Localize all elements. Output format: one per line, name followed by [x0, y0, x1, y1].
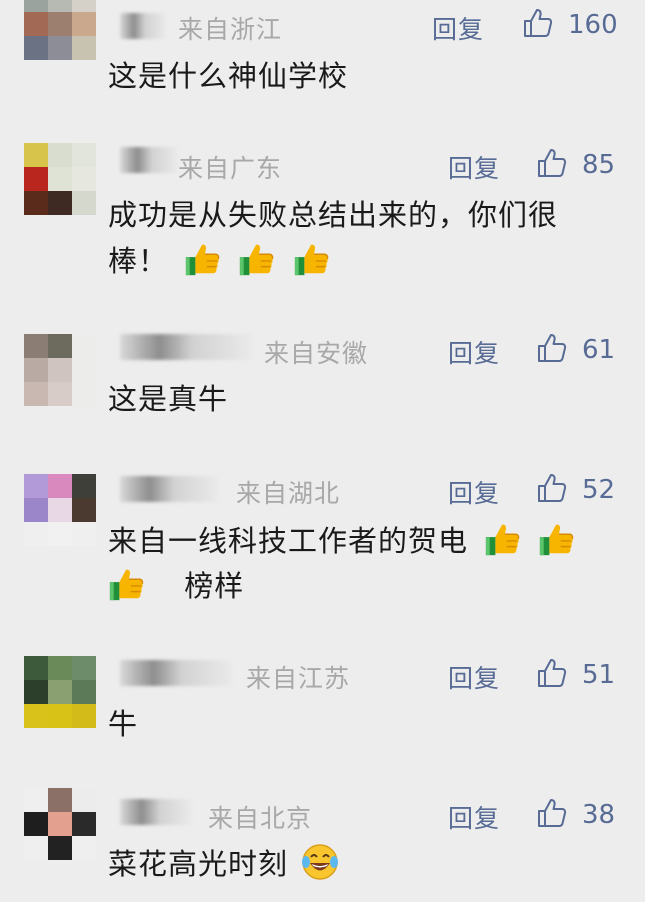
like-count: 61 — [582, 335, 616, 365]
thumbs-up-outline-icon[interactable] — [536, 332, 568, 364]
thumbs-up-outline-icon[interactable] — [522, 7, 554, 39]
comment-text: 这是什么神仙学校 — [108, 59, 349, 93]
like-count: 85 — [582, 150, 616, 180]
thumbs-up-emoji-icon — [293, 240, 331, 278]
reply-button[interactable]: 回复 — [448, 149, 500, 185]
reply-button[interactable]: 回复 — [448, 799, 500, 835]
comment-text: 来自一线科技工作者的贺电 — [108, 524, 469, 558]
avatar[interactable] — [24, 334, 96, 406]
avatar[interactable] — [24, 0, 96, 60]
comment-text: 这是真牛 — [108, 382, 229, 416]
like-count: 52 — [582, 475, 616, 505]
like-count: 160 — [568, 10, 618, 40]
thumbs-up-outline-icon[interactable] — [536, 472, 568, 504]
comment-text-line1: 来自一线科技工作者的贺电 — [108, 518, 576, 560]
avatar[interactable] — [24, 474, 96, 546]
location-label: 来自安徽 — [264, 339, 369, 368]
thumbs-up-outline-icon[interactable] — [536, 657, 568, 689]
like-count: 51 — [582, 660, 616, 690]
avatar[interactable] — [24, 656, 96, 728]
location-label: 来自江苏 — [246, 664, 351, 693]
comment-text-line2: 榜样 — [108, 563, 244, 605]
comment-text: 成功是从失败总结出来的，你们很 — [108, 198, 559, 232]
comment-text-continued: 棒！ — [108, 244, 169, 278]
username-blurred[interactable] — [120, 13, 166, 39]
comment-text-line1: 菜花高光时刻 — [108, 841, 340, 883]
reply-button[interactable]: 回复 — [448, 334, 500, 370]
thumbs-up-emoji-icon — [108, 565, 146, 603]
comment-text-continued: 榜样 — [184, 569, 245, 603]
like-count: 38 — [582, 800, 616, 830]
username-blurred[interactable] — [120, 147, 178, 173]
username-blurred[interactable] — [120, 476, 218, 502]
location-label: 来自浙江 — [178, 15, 283, 44]
username-blurred[interactable] — [120, 799, 192, 825]
comment-text-line2: 棒！ — [108, 238, 331, 280]
reply-button[interactable]: 回复 — [448, 474, 500, 510]
thumbs-up-emoji-icon — [184, 240, 222, 278]
thumbs-up-emoji-icon — [538, 520, 576, 558]
thumbs-up-outline-icon[interactable] — [536, 797, 568, 829]
comment-text: 牛 — [108, 707, 139, 741]
reply-button[interactable]: 回复 — [448, 659, 500, 695]
username-blurred[interactable] — [120, 334, 252, 360]
thumbs-up-emoji-icon — [238, 240, 276, 278]
thumbs-up-outline-icon[interactable] — [536, 147, 568, 179]
username-blurred[interactable] — [120, 660, 232, 686]
avatar[interactable] — [24, 788, 96, 860]
tears-of-joy-emoji-icon — [300, 842, 340, 882]
comment-item: 来自浙江 回复 160 这是什么神仙学校 — [0, 0, 645, 120]
location-label: 来自北京 — [208, 804, 313, 833]
thumbs-up-emoji-icon — [484, 520, 522, 558]
reply-button[interactable]: 回复 — [432, 10, 484, 46]
comment-text: 菜花高光时刻 — [108, 847, 289, 881]
location-label: 来自湖北 — [236, 479, 341, 508]
location-label: 来自广东 — [178, 154, 283, 183]
avatar[interactable] — [24, 143, 96, 215]
